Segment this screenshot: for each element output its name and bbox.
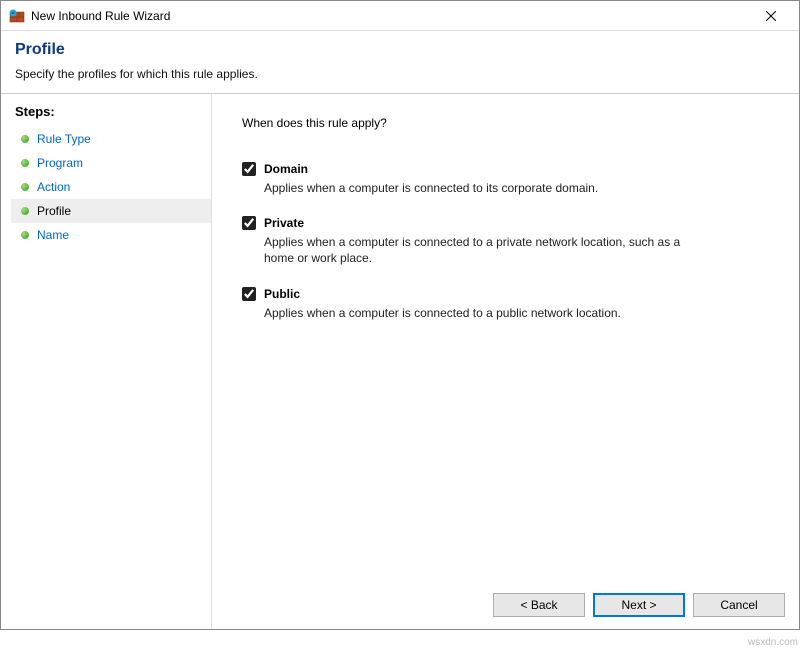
page-title: Profile: [15, 41, 785, 59]
bullet-icon: [21, 159, 29, 167]
option-name: Public: [264, 287, 300, 301]
step-rule-type[interactable]: Rule Type: [11, 127, 211, 151]
step-profile[interactable]: Profile: [11, 199, 211, 223]
content-pane: When does this rule apply? Domain Applie…: [211, 94, 799, 629]
option-private: Private Applies when a computer is conne…: [242, 216, 712, 266]
wizard-footer: < Back Next > Cancel: [493, 593, 785, 617]
option-domain-row[interactable]: Domain: [242, 162, 712, 176]
steps-sidebar: Steps: Rule Type Program Action Profile …: [1, 94, 211, 629]
step-label: Profile: [37, 204, 71, 218]
option-desc: Applies when a computer is connected to …: [264, 305, 712, 321]
watermark: wsxdn.com: [748, 637, 798, 648]
titlebar: New Inbound Rule Wizard: [1, 1, 799, 31]
domain-checkbox[interactable]: [242, 162, 256, 176]
firewall-icon: [9, 8, 25, 24]
step-name[interactable]: Name: [11, 223, 211, 247]
bullet-icon: [21, 183, 29, 191]
step-label: Rule Type: [37, 132, 91, 146]
option-public-row[interactable]: Public: [242, 287, 712, 301]
step-program[interactable]: Program: [11, 151, 211, 175]
step-label: Program: [37, 156, 83, 170]
bullet-icon: [21, 231, 29, 239]
bullet-icon: [21, 207, 29, 215]
step-label: Name: [37, 228, 69, 242]
wizard-body: Steps: Rule Type Program Action Profile …: [1, 94, 799, 629]
option-desc: Applies when a computer is connected to …: [264, 180, 712, 196]
page-subtitle: Specify the profiles for which this rule…: [15, 67, 785, 81]
next-button[interactable]: Next >: [593, 593, 685, 617]
public-checkbox[interactable]: [242, 287, 256, 301]
close-button[interactable]: [751, 2, 791, 30]
option-desc: Applies when a computer is connected to …: [264, 234, 712, 266]
back-button[interactable]: < Back: [493, 593, 585, 617]
window-title: New Inbound Rule Wizard: [31, 9, 751, 23]
wizard-window: New Inbound Rule Wizard Profile Specify …: [0, 0, 800, 630]
private-checkbox[interactable]: [242, 216, 256, 230]
option-private-row[interactable]: Private: [242, 216, 712, 230]
cancel-button[interactable]: Cancel: [693, 593, 785, 617]
option-name: Private: [264, 216, 304, 230]
option-domain: Domain Applies when a computer is connec…: [242, 162, 712, 196]
option-name: Domain: [264, 162, 308, 176]
step-label: Action: [37, 180, 70, 194]
wizard-header: Profile Specify the profiles for which t…: [1, 31, 799, 93]
close-icon: [766, 11, 776, 21]
bullet-icon: [21, 135, 29, 143]
step-action[interactable]: Action: [11, 175, 211, 199]
option-public: Public Applies when a computer is connec…: [242, 287, 712, 321]
steps-heading: Steps:: [15, 104, 211, 119]
content-prompt: When does this rule apply?: [242, 116, 769, 130]
